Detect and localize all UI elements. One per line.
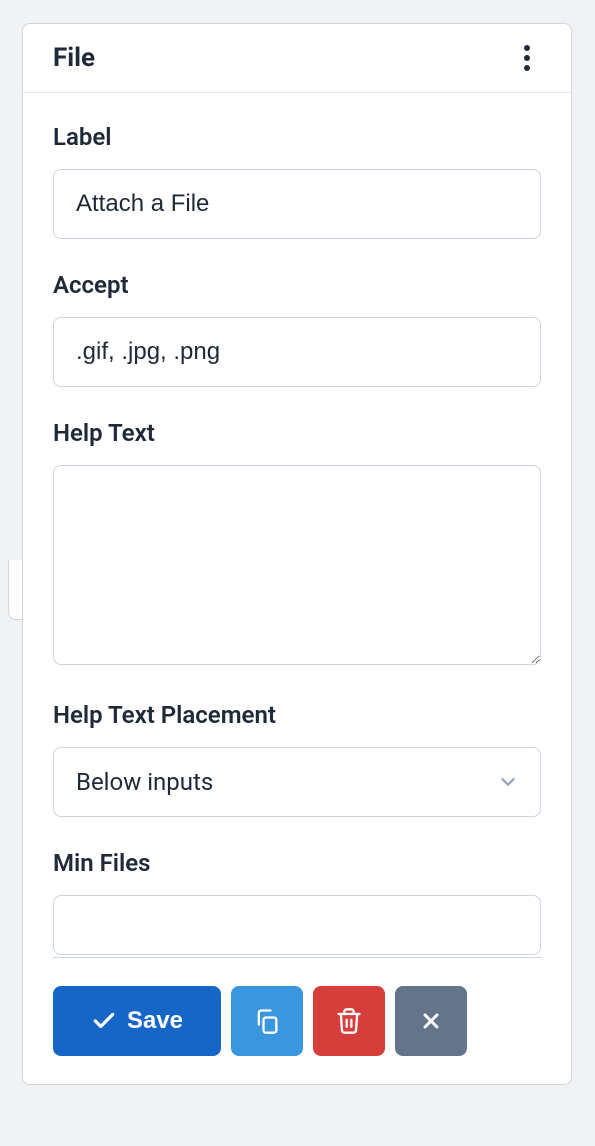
kebab-dot-icon bbox=[524, 45, 530, 51]
trash-icon bbox=[335, 1007, 363, 1035]
accept-field-group: Accept bbox=[53, 271, 541, 387]
save-button-label: Save bbox=[127, 1007, 183, 1035]
kebab-dot-icon bbox=[524, 65, 530, 71]
panel-header: File bbox=[23, 24, 571, 93]
panel-title: File bbox=[53, 43, 95, 73]
accept-input[interactable] bbox=[53, 317, 541, 387]
help-text-placement-value: Below inputs bbox=[53, 747, 541, 817]
min-files-input[interactable] bbox=[53, 895, 541, 955]
save-button[interactable]: Save bbox=[53, 986, 221, 1056]
panel-body: Label Accept Help Text Help Text Placeme… bbox=[23, 93, 571, 958]
file-settings-panel: File Label Accept Help Text Help Text Pl… bbox=[22, 23, 572, 1085]
help-text-field-label: Help Text bbox=[53, 419, 541, 447]
label-field-group: Label bbox=[53, 123, 541, 239]
copy-icon bbox=[253, 1007, 281, 1035]
help-text-placement-group: Help Text Placement Below inputs bbox=[53, 701, 541, 817]
min-files-group: Min Files bbox=[53, 849, 541, 955]
help-text-field-group: Help Text bbox=[53, 419, 541, 669]
accept-field-label: Accept bbox=[53, 271, 541, 299]
help-text-placement-select[interactable]: Below inputs bbox=[53, 747, 541, 817]
label-field-label: Label bbox=[53, 123, 541, 151]
more-options-menu[interactable] bbox=[513, 42, 541, 74]
check-icon bbox=[91, 1008, 117, 1034]
min-files-label: Min Files bbox=[53, 849, 541, 877]
action-button-row: Save bbox=[23, 958, 571, 1084]
kebab-dot-icon bbox=[524, 55, 530, 61]
help-text-textarea[interactable] bbox=[53, 465, 541, 665]
delete-button[interactable] bbox=[313, 986, 385, 1056]
close-button[interactable] bbox=[395, 986, 467, 1056]
help-text-placement-label: Help Text Placement bbox=[53, 701, 541, 729]
copy-button[interactable] bbox=[231, 986, 303, 1056]
label-input[interactable] bbox=[53, 169, 541, 239]
close-icon bbox=[419, 1009, 443, 1033]
